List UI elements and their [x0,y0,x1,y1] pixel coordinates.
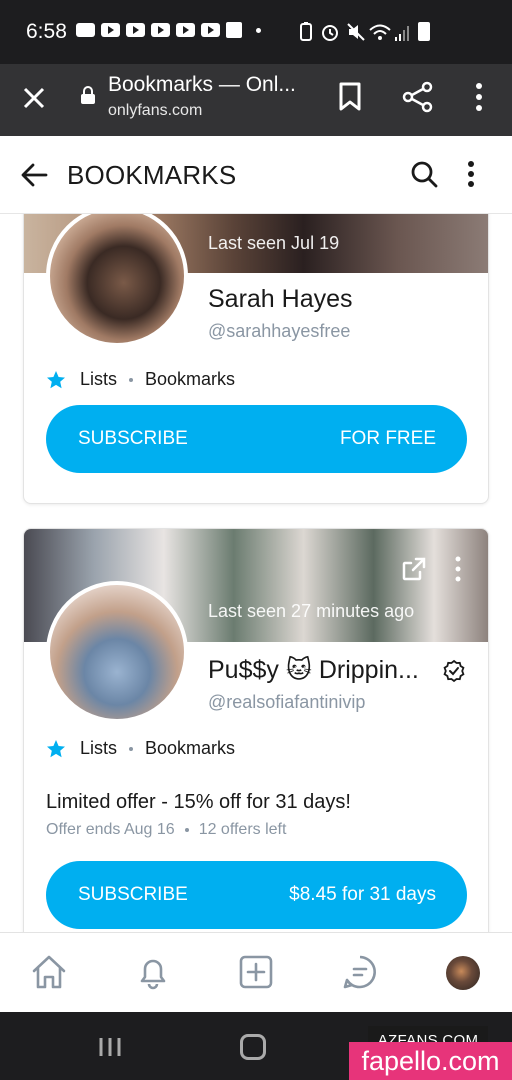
card-more-icon[interactable] [454,555,462,583]
subscribe-button[interactable]: SUBSCRIBE $8.45 for 31 days [46,861,467,929]
home-icon[interactable] [30,953,68,991]
messages-icon[interactable] [341,953,379,991]
verified-badge-icon [443,659,465,683]
youtube-icon [126,23,145,37]
notification-icons [76,22,261,38]
lists-row: Lists Bookmarks [46,369,235,390]
game-controller-icon [76,23,95,37]
browser-page-title: Bookmarks — Onl... [108,73,296,96]
lists-link[interactable]: Lists [80,369,117,390]
close-icon[interactable] [20,84,48,112]
browser-toolbar: Bookmarks — Onl... onlyfans.com [0,64,512,136]
home-button[interactable] [240,1034,266,1060]
back-arrow-icon[interactable] [20,162,48,188]
subscribe-label: SUBSCRIBE [78,428,188,449]
mute-icon [347,23,365,41]
separator-dot [184,828,189,832]
header-more-icon[interactable] [466,160,476,188]
lists-link[interactable]: Lists [80,738,117,759]
star-icon[interactable] [46,370,66,390]
share-icon[interactable] [402,81,434,113]
alarm-icon [322,25,338,41]
bookmark-icon[interactable] [338,82,362,112]
separator-dot [129,746,134,751]
display-name[interactable]: Pu$$y 🐱 Drippin... [208,655,438,685]
lock-icon [81,86,95,104]
browser-url[interactable]: onlyfans.com [108,102,202,120]
offer-ends: Offer ends Aug 16 [46,821,175,838]
subscribe-button[interactable]: SUBSCRIBE FOR FREE [46,405,467,473]
page-title: BOOKMARKS [67,160,237,190]
status-bar: 6:58 [0,0,512,64]
calendar-icon [226,22,242,38]
bell-icon[interactable] [134,953,172,991]
display-name[interactable]: Sarah Hayes [208,285,353,314]
status-time: 6:58 [26,20,67,43]
wifi-icon [369,24,391,40]
recent-apps-icon[interactable] [98,1036,122,1058]
battery-icon [418,22,430,41]
battery-saver-icon [300,22,312,41]
offers-left: 12 offers left [198,821,287,838]
browser-more-icon[interactable] [474,81,484,113]
last-seen: Last seen 27 minutes ago [208,601,415,621]
share-icon[interactable] [400,555,428,583]
creator-card: Last seen Jul 19 Sarah Hayes @sarahhayes… [23,214,489,504]
username-handle[interactable]: @realsofiafantinivip [208,692,365,713]
offer-meta: Offer ends Aug 16 12 offers left [46,821,286,839]
search-icon[interactable] [410,160,438,188]
bookmarks-link[interactable]: Bookmarks [145,738,235,759]
youtube-icon [151,23,170,37]
bottom-nav [0,932,512,1012]
creator-card: Last seen 27 minutes ago Pu$$y 🐱 Drippin… [23,528,489,932]
add-post-icon[interactable] [237,953,275,991]
avatar[interactable] [46,581,188,723]
signal-icon [395,26,409,41]
bookmarks-list[interactable]: Last seen Jul 19 Sarah Hayes @sarahhayes… [0,214,512,932]
lists-row: Lists Bookmarks [46,738,235,759]
youtube-icon [176,23,195,37]
more-notifications-dot [256,27,261,33]
bookmarks-link[interactable]: Bookmarks [145,369,235,390]
username-handle[interactable]: @sarahhayesfree [208,321,350,342]
app-header: BOOKMARKS [0,136,512,214]
star-icon[interactable] [46,739,66,759]
subscribe-price: FOR FREE [339,428,436,449]
youtube-icon [201,23,220,37]
last-seen: Last seen Jul 19 [208,233,340,253]
avatar[interactable] [46,214,188,347]
offer-title: Limited offer - 15% off for 31 days! [46,791,351,813]
youtube-icon [101,23,120,37]
subscribe-price: $8.45 for 31 days [289,884,436,905]
profile-avatar[interactable] [446,956,480,990]
watermark-fapello: fapello.com [349,1042,512,1080]
separator-dot [129,377,134,382]
subscribe-label: SUBSCRIBE [78,884,188,905]
